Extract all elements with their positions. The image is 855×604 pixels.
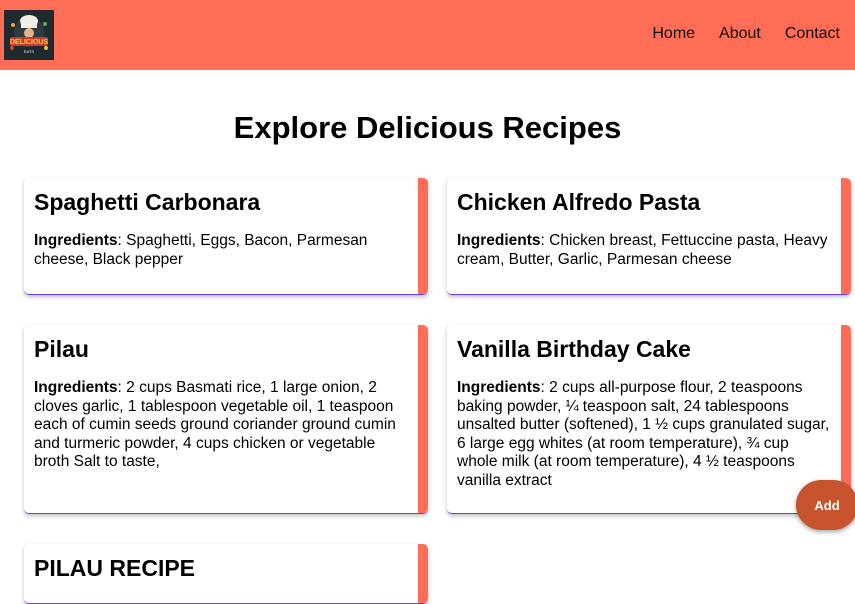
recipe-ingredients: Ingredients: 2 cups all-purpose flour, 2… (457, 379, 830, 489)
recipe-ingredients: Ingredients: Spaghetti, Eggs, Bacon, Par… (34, 232, 368, 268)
recipe-name: Chicken Alfredo Pasta (457, 189, 701, 215)
logo-subtext: EATS (24, 49, 34, 54)
brand-logo[interactable]: DELICIOUS EATS (4, 10, 54, 60)
navbar: DELICIOUS EATS Home About Contact (0, 0, 855, 70)
nav-contact-link[interactable]: Contact (785, 25, 840, 43)
logo-text: DELICIOUS (10, 39, 48, 46)
recipe-name: PILAU RECIPE (34, 555, 196, 581)
nav-links: Home About Contact (652, 25, 840, 43)
ingredients-label: Ingredients (457, 379, 541, 396)
ingredients-label: Ingredients (457, 232, 541, 249)
recipe-name: Pilau (34, 336, 89, 362)
ingredients-label: Ingredients (34, 232, 118, 249)
recipe-name: Spaghetti Carbonara (34, 189, 261, 215)
nav-home-link[interactable]: Home (652, 25, 695, 43)
recipe-card[interactable]: Vanilla Birthday Cake Ingredients: 2 cup… (447, 325, 851, 514)
add-recipe-button[interactable]: Add (796, 480, 855, 530)
recipe-card[interactable]: Chicken Alfredo Pasta Ingredients: Chick… (447, 178, 851, 295)
chef-logo-icon: DELICIOUS EATS (4, 10, 54, 60)
recipe-ingredients: Ingredients: Chicken breast, Fettuccine … (457, 232, 828, 268)
ingredients-label: Ingredients (34, 379, 118, 396)
recipe-name: Vanilla Birthday Cake (457, 336, 691, 362)
recipe-ingredients: Ingredients: 2 cups Basmati rice, 1 larg… (34, 379, 396, 470)
recipe-card[interactable]: Pilau Ingredients: 2 cups Basmati rice, … (24, 325, 428, 514)
recipe-card[interactable]: PILAU RECIPE (24, 544, 428, 604)
recipe-card[interactable]: Spaghetti Carbonara Ingredients: Spaghet… (24, 178, 428, 295)
nav-about-link[interactable]: About (719, 25, 761, 43)
page-title: Explore Delicious Recipes (233, 110, 622, 145)
